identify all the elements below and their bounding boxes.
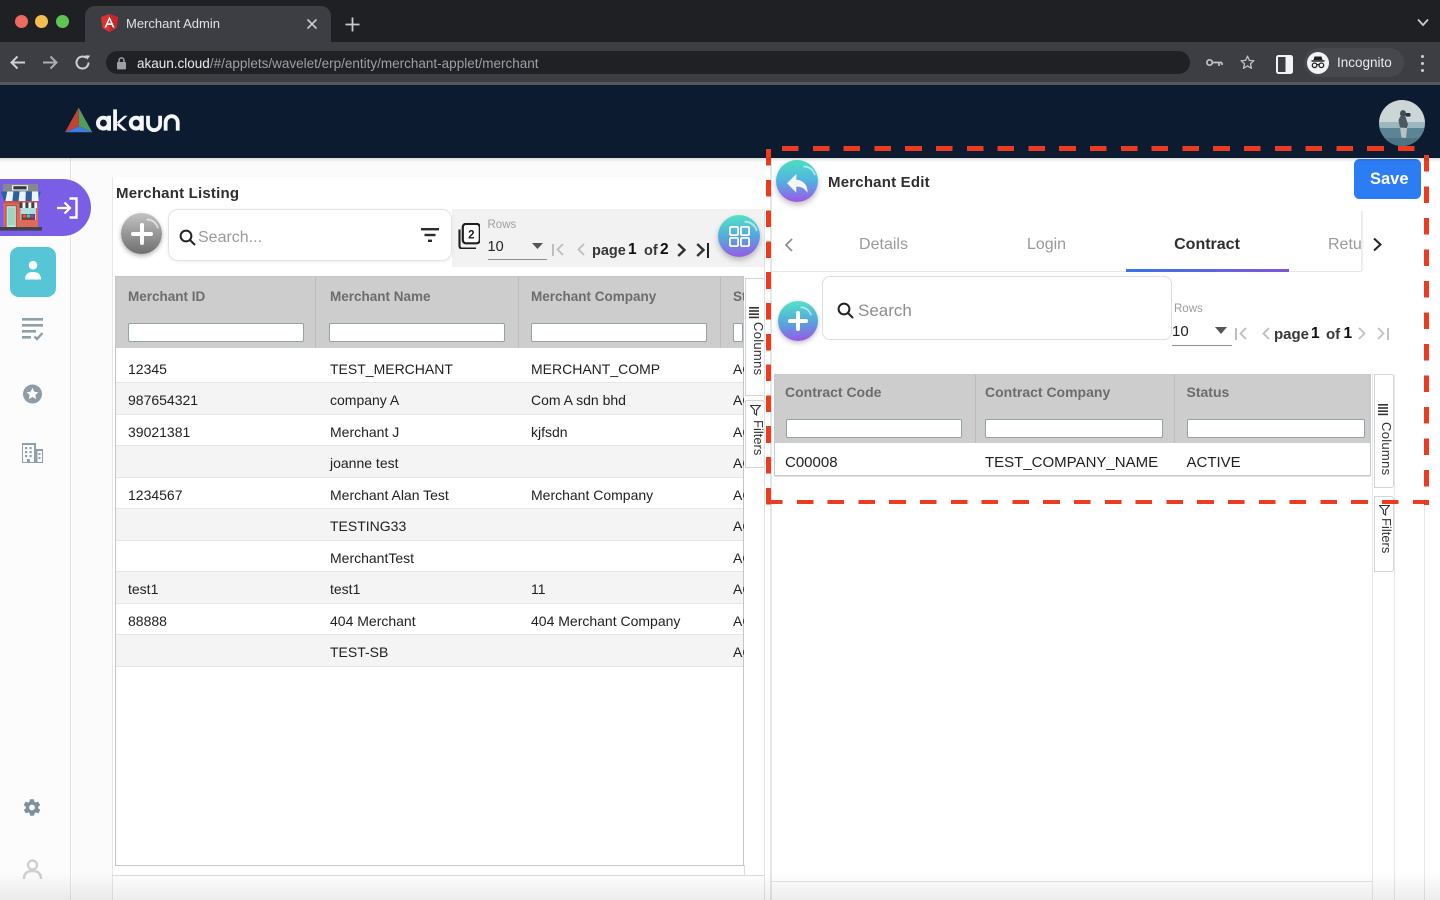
svg-text:2: 2 bbox=[468, 230, 474, 242]
